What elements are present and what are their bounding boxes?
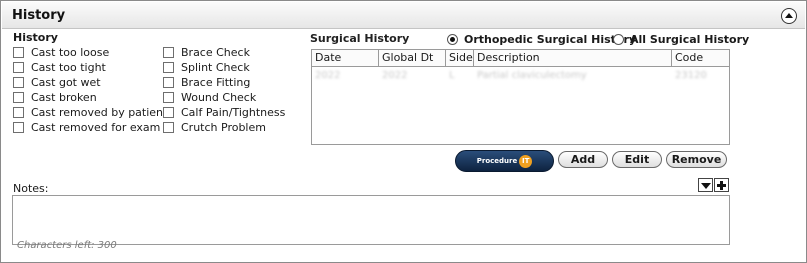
history-item[interactable]: Cast removed for exam <box>13 120 160 134</box>
history-item[interactable]: Cast broken <box>13 90 97 104</box>
checkbox[interactable] <box>163 106 174 118</box>
radio-orthopedic-surgical-history[interactable]: Orthopedic Surgical History <box>447 32 636 46</box>
history-item-label: Cast too tight <box>31 60 106 74</box>
collapse-up-icon[interactable] <box>781 8 797 24</box>
cell-global-dt[interactable]: 2022 <box>379 68 446 83</box>
history-item-label: Cast too loose <box>31 45 110 59</box>
table-header: Date Global Dt Side Description Code <box>312 50 729 67</box>
edit-button[interactable]: Edit <box>612 151 662 168</box>
checkbox[interactable] <box>13 121 24 133</box>
column-header-description[interactable]: Description <box>474 50 672 66</box>
history-item[interactable]: Calf Pain/Tightness <box>163 105 285 119</box>
column-header-side[interactable]: Side <box>446 50 474 66</box>
checkbox[interactable] <box>13 61 24 73</box>
panel-title: History <box>12 8 66 23</box>
cell-description[interactable]: Partial claviculectomy <box>474 68 672 83</box>
checkbox[interactable] <box>13 91 24 103</box>
procedure-button-label: Procedure <box>476 157 518 165</box>
column-header-date[interactable]: Date <box>312 50 379 66</box>
history-item[interactable]: Brace Fitting <box>163 75 250 89</box>
checkbox[interactable] <box>163 46 174 58</box>
history-item-label: Crutch Problem <box>181 120 266 134</box>
history-item-label: Wound Check <box>181 90 257 104</box>
column-header-global-dt[interactable]: Global Dt <box>379 50 446 66</box>
characters-left: Characters left: 300 <box>17 240 117 251</box>
column-header-code[interactable]: Code <box>672 50 729 66</box>
history-item-label: Splint Check <box>181 60 250 74</box>
remove-button[interactable]: Remove <box>666 151 727 168</box>
history-item-label: Cast broken <box>31 90 97 104</box>
history-item-label: Cast got wet <box>31 75 101 89</box>
cell-code[interactable]: 23120 <box>672 68 729 83</box>
history-item[interactable]: Splint Check <box>163 60 250 74</box>
history-item-label: Cast removed by patient <box>31 105 168 119</box>
cell-side[interactable]: L <box>446 68 474 83</box>
checkbox[interactable] <box>163 76 174 88</box>
radio-label: Orthopedic Surgical History <box>464 32 637 46</box>
history-item[interactable]: Cast too tight <box>13 60 106 74</box>
checkbox[interactable] <box>13 46 24 58</box>
history-heading: History <box>13 31 58 44</box>
history-item[interactable]: Crutch Problem <box>163 120 266 134</box>
notes-textarea[interactable] <box>12 195 730 245</box>
panel-header: History <box>2 2 805 29</box>
history-item-label: Brace Fitting <box>181 75 251 89</box>
radio-button-selected[interactable] <box>447 33 458 45</box>
surgical-history-heading: Surgical History <box>310 32 410 45</box>
history-item[interactable]: Cast removed by patient <box>13 105 167 119</box>
radio-label: All Surgical History <box>630 32 750 46</box>
checkbox[interactable] <box>13 76 24 88</box>
radio-all-surgical-history[interactable]: All Surgical History <box>613 32 749 46</box>
history-item[interactable]: Cast got wet <box>13 75 101 89</box>
procedure-it-badge-icon: IT <box>519 154 533 168</box>
checkbox[interactable] <box>163 91 174 103</box>
history-item-label: Calf Pain/Tightness <box>181 105 286 119</box>
dropdown-arrow-icon[interactable] <box>698 178 713 192</box>
history-item[interactable]: Cast too loose <box>13 45 109 59</box>
procedure-it-button[interactable]: Procedure IT <box>455 150 554 172</box>
notes-label: Notes: <box>13 182 49 195</box>
history-item-label: Cast removed for exam <box>31 120 161 134</box>
history-item[interactable]: Wound Check <box>163 90 256 104</box>
plus-icon[interactable] <box>714 178 729 192</box>
checkbox[interactable] <box>163 121 174 133</box>
add-button[interactable]: Add <box>558 151 608 168</box>
checkbox[interactable] <box>163 61 174 73</box>
history-item-label: Brace Check <box>181 45 250 59</box>
checkbox[interactable] <box>13 106 24 118</box>
history-item[interactable]: Brace Check <box>163 45 250 59</box>
cell-date[interactable]: 2022 <box>312 68 379 83</box>
radio-button[interactable] <box>613 33 624 45</box>
surgical-history-table[interactable]: Date Global Dt Side Description Code 202… <box>311 49 730 145</box>
